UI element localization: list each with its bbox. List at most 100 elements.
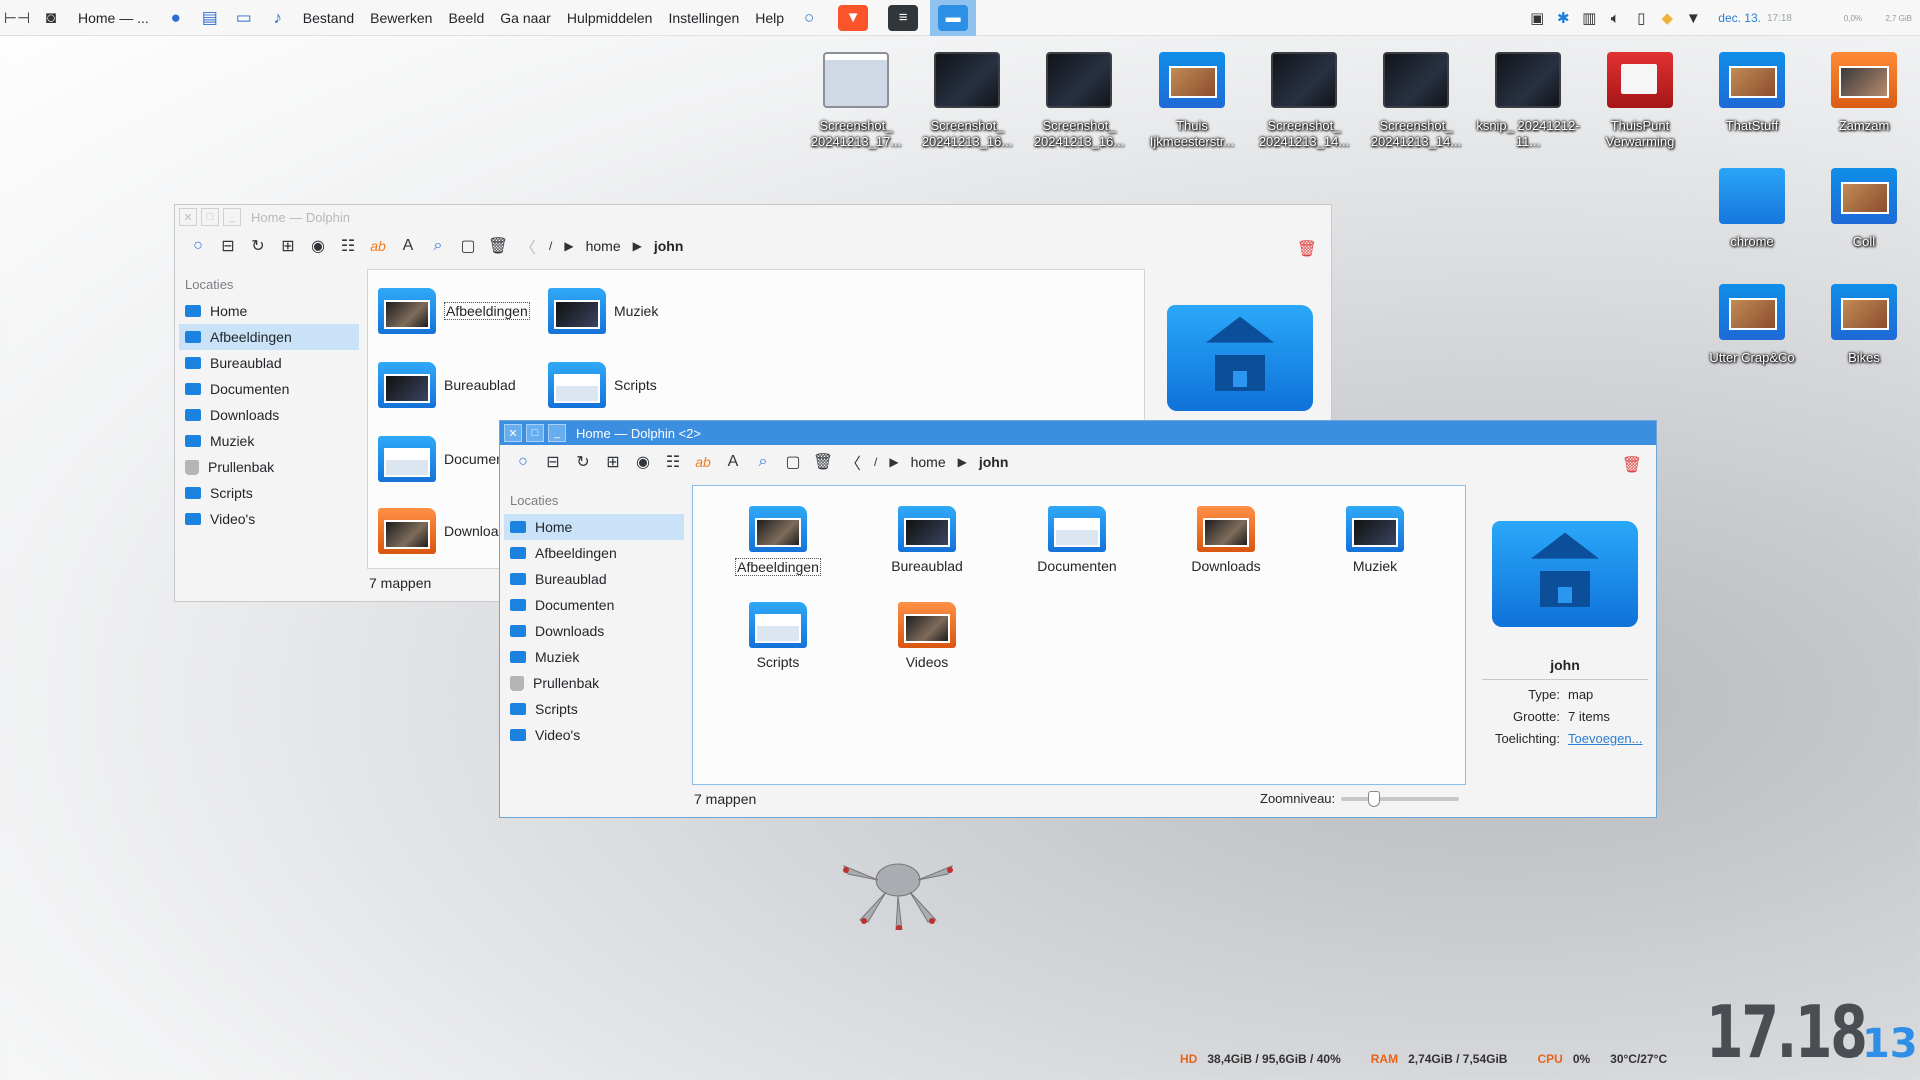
task-settings[interactable]: ≡	[880, 0, 926, 36]
desktop-icon-screenshot-20241213-16[interactable]: Screenshot_ 20241213_16...	[915, 52, 1019, 150]
sidebar-item-muziek[interactable]: Muziek	[504, 644, 684, 670]
file-view[interactable]: Afbeeldingen Bureaublad Documenten Download…	[692, 485, 1466, 785]
desktop-icon-zamzam[interactable]: Zamzam	[1812, 52, 1916, 134]
desktop-icon-bikes[interactable]: Bikes	[1812, 284, 1916, 366]
phone-icon[interactable]: ▯	[1628, 9, 1654, 27]
desktop-icon-screenshot-20241213-14[interactable]: Screenshot_ 20241213_14...	[1364, 52, 1468, 150]
titlebar[interactable]: ✕ □ _ Home — Dolphin <2>	[500, 421, 1656, 445]
delete-icon[interactable]: 🗑︎	[808, 449, 838, 475]
minimize-icon[interactable]: _	[223, 208, 241, 226]
dolphin-window-front[interactable]: ✕ □ _ Home — Dolphin <2> ○ ⊟ ↻ ⊞ ◉ ☷ ab …	[499, 420, 1657, 818]
split-view-icon[interactable]: ⊟	[213, 233, 243, 259]
font-icon[interactable]: A	[718, 449, 748, 475]
view-mode-icon[interactable]: ☷	[658, 449, 688, 475]
panel-icon[interactable]: ⊞	[598, 449, 628, 475]
ring-icon[interactable]: ○	[183, 233, 213, 259]
crumb-home[interactable]: home	[586, 238, 621, 254]
folder-item-afbeeldingen[interactable]: Afbeeldingen	[378, 288, 548, 334]
crumb-root[interactable]: /	[549, 239, 552, 253]
folder-item-afbeeldingen[interactable]: Afbeeldingen	[723, 506, 833, 576]
preview-eye-icon[interactable]: ◉	[628, 449, 658, 475]
sidebar-item-prullenbak[interactable]: Prullenbak	[504, 670, 684, 696]
crumb-root[interactable]: /	[874, 455, 877, 469]
sidebar-item-downloads[interactable]: Downloads	[504, 618, 684, 644]
notes-icon[interactable]: ▣	[1524, 9, 1550, 27]
screenshot-icon[interactable]: ◙	[38, 5, 64, 31]
sidebar-item-afbeeldingen[interactable]: Afbeeldingen	[504, 540, 684, 566]
zoom-slider-handle[interactable]	[1368, 790, 1381, 807]
folder-item-downloads[interactable]: Downloads	[1171, 506, 1281, 574]
sidebar-item-home[interactable]: Home	[504, 514, 684, 540]
folder-item-bureaublad[interactable]: Bureaublad	[378, 362, 548, 408]
crumb-john[interactable]: john	[979, 454, 1009, 470]
task-dolphin[interactable]: ▬	[930, 0, 977, 36]
panel-icon[interactable]: ⊞	[273, 233, 303, 259]
sidebar-item-documenten[interactable]: Documenten	[504, 592, 684, 618]
sidebar-item-video-s[interactable]: Video's	[179, 506, 359, 532]
back-icon[interactable]: 〈	[513, 233, 543, 259]
close-icon[interactable]: ✕	[504, 424, 522, 442]
volume-icon[interactable]: 🔈︎	[1602, 10, 1628, 27]
music-icon[interactable]: ♪	[265, 5, 291, 31]
circle-icon[interactable]: ●	[163, 5, 189, 31]
active-window-title[interactable]: Home — ...	[78, 10, 149, 26]
menu-bestand[interactable]: Bestand	[303, 10, 354, 26]
menu-instellingen[interactable]: Instellingen	[668, 10, 739, 26]
task-brave[interactable]: ▼	[830, 0, 876, 36]
new-file-icon[interactable]: ▢	[778, 449, 808, 475]
menu-bewerken[interactable]: Bewerken	[370, 10, 432, 26]
menu-help[interactable]: Help	[755, 10, 784, 26]
desktop-icon-ksnip-20241212-11[interactable]: ksnip_ 20241212-11...	[1476, 52, 1580, 150]
wifi-icon[interactable]: ◆	[1654, 9, 1680, 27]
expand-tray-icon[interactable]: ▼	[1680, 10, 1706, 27]
sidebar-item-bureaublad[interactable]: Bureaublad	[179, 350, 359, 376]
new-file-icon[interactable]: ▢	[453, 233, 483, 259]
delete-icon[interactable]: 🗑︎	[483, 233, 513, 259]
sidebar-item-video-s[interactable]: Video's	[504, 722, 684, 748]
sidebar-item-bureaublad[interactable]: Bureaublad	[504, 566, 684, 592]
sidebar-item-scripts[interactable]: Scripts	[504, 696, 684, 722]
split-view-icon[interactable]: ⊟	[538, 449, 568, 475]
menu-hulpmiddelen[interactable]: Hulpmiddelen	[567, 10, 653, 26]
trash-icon[interactable]: 🗑︎	[1297, 239, 1317, 259]
close-icon[interactable]: ✕	[179, 208, 197, 226]
trash-icon[interactable]: 🗑︎	[1622, 455, 1642, 475]
desktop-icon-screenshot-20241213-14[interactable]: Screenshot_ 20241213_14...	[1252, 52, 1356, 150]
cpu-mini-graph[interactable]: 0,0%	[1812, 14, 1862, 23]
crumb-john[interactable]: john	[654, 238, 684, 254]
titlebar[interactable]: ✕ □ _ Home — Dolphin	[175, 205, 1331, 229]
ring-icon[interactable]: ○	[508, 449, 538, 475]
rename-icon[interactable]: ab	[363, 233, 393, 259]
desktop-icon-screenshot-20241213-17[interactable]: Screenshot_ 20241213_17...	[804, 52, 908, 150]
folder-item-scripts[interactable]: Scripts	[548, 362, 718, 408]
rename-icon[interactable]: ab	[688, 449, 718, 475]
menu-beeld[interactable]: Beeld	[448, 10, 484, 26]
search-icon[interactable]: ⌕	[748, 449, 778, 475]
folder-item-muziek[interactable]: Muziek	[548, 288, 718, 334]
sidebar-item-afbeeldingen[interactable]: Afbeeldingen	[179, 324, 359, 350]
window-switcher-icon[interactable]: ⊢⊣	[4, 5, 30, 31]
folder-item-bureaublad[interactable]: Bureaublad	[872, 506, 982, 574]
ring-icon[interactable]: ○	[796, 5, 822, 31]
zoom-slider[interactable]	[1341, 790, 1460, 807]
desktop-icon-chrome[interactable]: chrome	[1700, 168, 1804, 250]
view-mode-icon[interactable]: ☷	[333, 233, 363, 259]
folder-item-videos[interactable]: Videos	[872, 602, 982, 670]
maximize-icon[interactable]: □	[201, 208, 219, 226]
refresh-icon[interactable]: ↻	[568, 449, 598, 475]
desktop-icon-thatstuff[interactable]: ThatStuff	[1700, 52, 1804, 134]
minimize-icon[interactable]: _	[548, 424, 566, 442]
clipboard-icon[interactable]: ▥	[1576, 9, 1602, 27]
desktop-icon-thuispunt-verwarming[interactable]: ThuisPunt Verwarming	[1588, 52, 1692, 150]
refresh-icon[interactable]: ↻	[243, 233, 273, 259]
folder-icon[interactable]: ▭	[231, 5, 257, 31]
desktop-icon-coll[interactable]: Coll	[1812, 168, 1916, 250]
preview-eye-icon[interactable]: ◉	[303, 233, 333, 259]
add-comment-link[interactable]: Toevoegen...	[1568, 731, 1642, 746]
bluetooth-icon[interactable]: ✱	[1550, 9, 1576, 27]
desktop-icon-utter-crap-co[interactable]: Utter Crap&Co	[1700, 284, 1804, 366]
menu-ga-naar[interactable]: Ga naar	[500, 10, 551, 26]
back-icon[interactable]: 〈	[838, 449, 868, 475]
sidebar-item-prullenbak[interactable]: Prullenbak	[179, 454, 359, 480]
maximize-icon[interactable]: □	[526, 424, 544, 442]
